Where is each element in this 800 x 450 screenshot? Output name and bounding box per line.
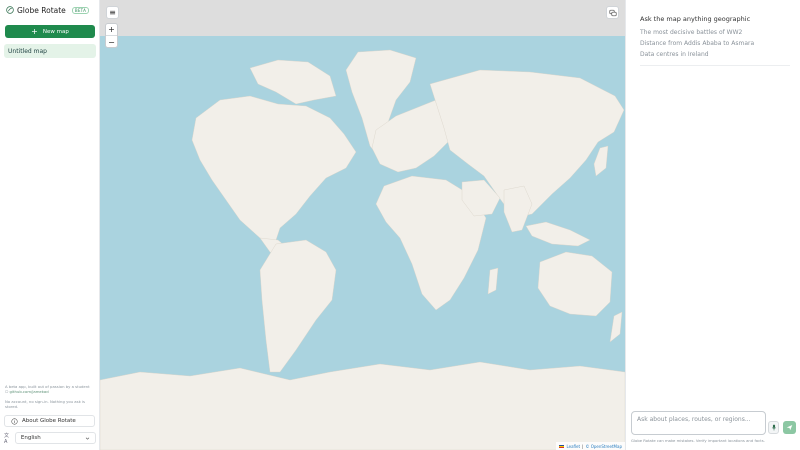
- leaflet-link[interactable]: Leaflet: [566, 444, 580, 449]
- antarctica: [100, 361, 625, 450]
- info-icon: [11, 417, 18, 425]
- arctic-islands: [249, 59, 337, 105]
- beta-badge: BETA: [71, 6, 90, 14]
- brand[interactable]: Globe Rotate BETA: [6, 5, 90, 15]
- map-list-item[interactable]: Untitled map: [4, 44, 96, 58]
- menu-button[interactable]: ≡: [106, 6, 119, 19]
- map-view[interactable]: ≡ + − Leaflet | © OpenStreetMap: [100, 0, 625, 450]
- australia: [537, 251, 613, 317]
- hamburger-icon: ≡: [109, 8, 116, 17]
- ukraine-flag-icon: [559, 444, 565, 448]
- github-icon: ⎔: [5, 389, 9, 394]
- chat-heading: Ask the map anything geographic: [640, 15, 751, 23]
- zoom-out-button[interactable]: −: [106, 36, 117, 48]
- chat-input[interactable]: [631, 411, 766, 435]
- voice-input-button[interactable]: [768, 421, 779, 434]
- new-map-button[interactable]: + New map: [5, 25, 95, 38]
- footer-note: A beta app, built out of passion by a st…: [5, 384, 90, 394]
- divider: [640, 65, 790, 66]
- attribution-separator: |: [582, 443, 584, 449]
- world-map[interactable]: [100, 0, 625, 450]
- about-button[interactable]: About Globe Rotate: [4, 415, 95, 427]
- disclaimer: Globe Rotate can make mistakes. Verify i…: [631, 438, 765, 443]
- chat-bubbles-icon: [608, 9, 617, 16]
- map-tile-void: [100, 0, 625, 36]
- zoom-control: + −: [105, 23, 118, 48]
- send-button[interactable]: [783, 421, 796, 434]
- madagascar: [487, 267, 499, 295]
- suggestion-item[interactable]: Distance from Addis Ababa to Asmara: [640, 40, 754, 47]
- github-link[interactable]: github.com/jamekad: [10, 389, 49, 394]
- chat-panel: Ask the map anything geographic The most…: [625, 0, 800, 450]
- map-attribution: Leaflet | © OpenStreetMap: [556, 442, 625, 450]
- translate-icon: 文A: [4, 432, 10, 445]
- about-label: About Globe Rotate: [22, 418, 76, 424]
- japan: [593, 145, 609, 177]
- new-zealand: [609, 311, 623, 343]
- sidebar: Globe Rotate BETA + New map Untitled map…: [0, 0, 100, 450]
- chat-toggle-button[interactable]: [606, 6, 619, 19]
- privacy-note: No account, no sign-in. Nothing you ask …: [5, 399, 86, 409]
- plus-icon: +: [31, 26, 38, 36]
- language-row: 文A English: [4, 432, 96, 445]
- suggestion-item[interactable]: Data centres in Ireland: [640, 51, 709, 58]
- send-icon: [786, 425, 793, 431]
- language-select[interactable]: English: [14, 432, 96, 444]
- zoom-in-button[interactable]: +: [106, 24, 117, 36]
- south-america: [259, 239, 337, 373]
- map-list-item-title: Untitled map: [8, 47, 47, 55]
- north-america: [191, 95, 357, 247]
- indonesia: [525, 221, 591, 247]
- microphone-icon: [771, 424, 776, 431]
- language-value: English: [20, 435, 41, 441]
- osm-link[interactable]: © OpenStreetMap: [585, 444, 622, 449]
- chevron-down-icon: [85, 437, 90, 440]
- globe-logo-icon: [6, 6, 14, 14]
- new-map-label: New map: [42, 28, 69, 35]
- suggestion-item[interactable]: The most decisive battles of WW2: [640, 29, 742, 36]
- brand-name: Globe Rotate: [17, 5, 66, 15]
